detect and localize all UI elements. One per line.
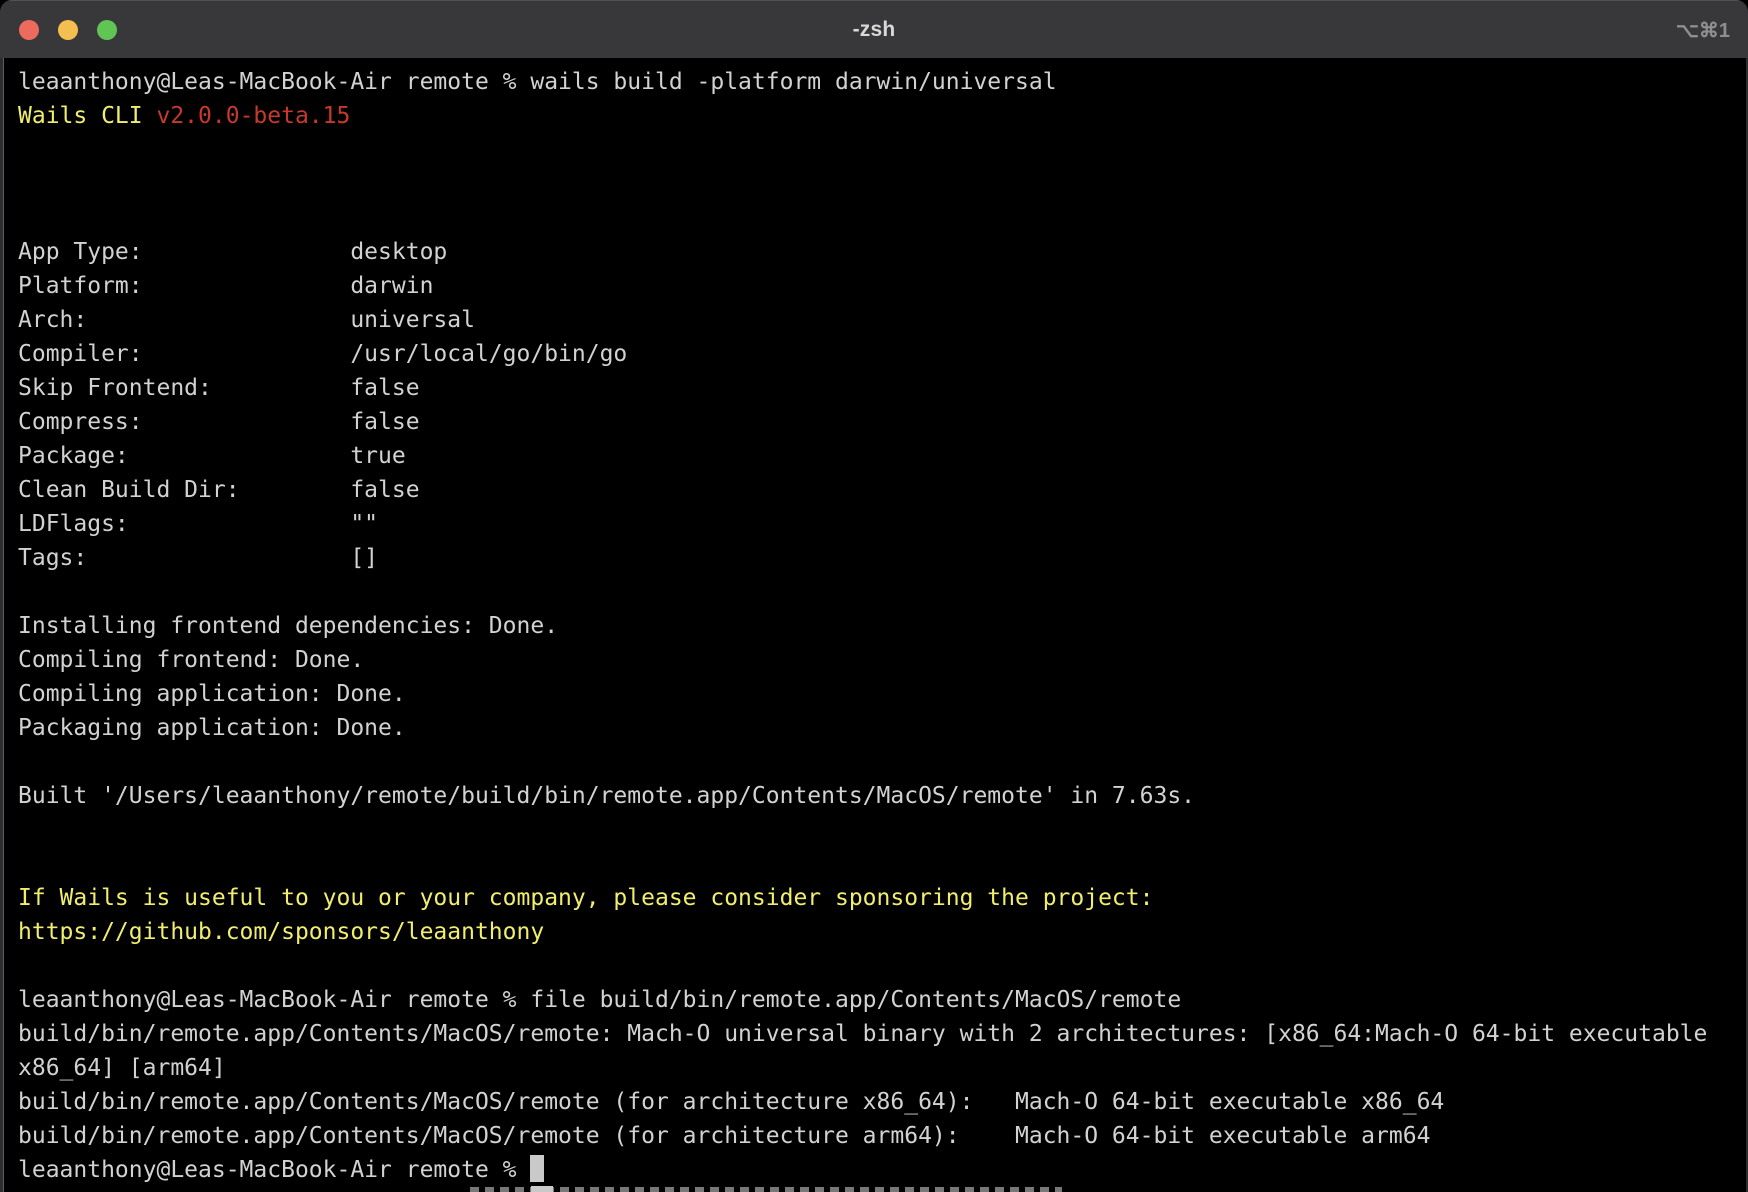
terminal-text-segment: Tags: []: [18, 545, 378, 571]
terminal-text-segment: Compiler: /usr/local/go/bin/go: [18, 341, 627, 367]
terminal-line: Clean Build Dir: false: [18, 473, 1746, 507]
terminal-text-segment: Skip Frontend: false: [18, 375, 420, 401]
clipped-partial-line: [0, 1186, 1748, 1192]
terminal-line: If Wails is useful to you or your compan…: [18, 881, 1746, 915]
terminal-window: -zsh ⌥⌘1 leaanthony@Leas-MacBook-Air rem…: [0, 0, 1748, 1192]
terminal-line: [18, 575, 1746, 609]
titlebar[interactable]: -zsh ⌥⌘1: [0, 0, 1748, 58]
terminal-line: Wails CLI v2.0.0-beta.15: [18, 99, 1746, 133]
terminal-line: x86_64] [arm64]: [18, 1051, 1746, 1085]
terminal-line: https://github.com/sponsors/leaanthony: [18, 915, 1746, 949]
terminal-text-segment: Compress: false: [18, 409, 420, 435]
terminal-line: Arch: universal: [18, 303, 1746, 337]
terminal-text-segment: Packaging application: Done.: [18, 715, 406, 741]
terminal-text-segment: leaanthony@Leas-MacBook-Air remote % wai…: [18, 69, 1057, 95]
terminal-line: [18, 847, 1746, 881]
terminal-text-segment: Compiling frontend: Done.: [18, 647, 364, 673]
terminal-line: build/bin/remote.app/Contents/MacOS/remo…: [18, 1085, 1746, 1119]
terminal-text-segment: v2.0.0-beta.15: [156, 103, 350, 129]
clipped-cursor-top: [531, 1186, 553, 1192]
terminal-line: [18, 201, 1746, 235]
terminal-line: build/bin/remote.app/Contents/MacOS/remo…: [18, 1017, 1746, 1051]
terminal-line: [18, 813, 1746, 847]
terminal-text-segment: Clean Build Dir: false: [18, 477, 420, 503]
terminal-line: Compress: false: [18, 405, 1746, 439]
terminal-line: leaanthony@Leas-MacBook-Air remote % fil…: [18, 983, 1746, 1017]
window-title: -zsh: [0, 18, 1748, 42]
terminal-line: [18, 949, 1746, 983]
terminal-text-segment: build/bin/remote.app/Contents/MacOS/remo…: [18, 1021, 1707, 1047]
sponsor-link[interactable]: https://github.com/sponsors/leaanthony: [18, 919, 544, 945]
terminal-text-segment: Installing frontend dependencies: Done.: [18, 613, 558, 639]
terminal-content[interactable]: leaanthony@Leas-MacBook-Air remote % wai…: [0, 58, 1748, 1192]
terminal-text-segment: Wails CLI: [18, 103, 156, 129]
terminal-text-segment: leaanthony@Leas-MacBook-Air remote % fil…: [18, 987, 1181, 1013]
terminal-line: [18, 133, 1746, 167]
terminal-line: [18, 745, 1746, 779]
text-cursor: [530, 1155, 544, 1182]
terminal-line: Compiling frontend: Done.: [18, 643, 1746, 677]
terminal-line: Package: true: [18, 439, 1746, 473]
terminal-line: Packaging application: Done.: [18, 711, 1746, 745]
terminal-line: Skip Frontend: false: [18, 371, 1746, 405]
terminal-line: [18, 167, 1746, 201]
terminal-line: Platform: darwin: [18, 269, 1746, 303]
terminal-text-segment: Platform: darwin: [18, 273, 433, 299]
terminal-line: Tags: []: [18, 541, 1746, 575]
terminal-text-segment: App Type: desktop: [18, 239, 447, 265]
terminal-text-segment: Compiling application: Done.: [18, 681, 406, 707]
terminal-text-segment: If Wails is useful to you or your compan…: [18, 885, 1153, 911]
terminal-text-segment: Built '/Users/leaanthony/remote/build/bi…: [18, 783, 1195, 809]
terminal-text-segment: Arch: universal: [18, 307, 475, 333]
terminal-line: Compiling application: Done.: [18, 677, 1746, 711]
terminal-line: leaanthony@Leas-MacBook-Air remote % wai…: [18, 65, 1746, 99]
window-shortcut-hint: ⌥⌘1: [1676, 1, 1730, 59]
clipped-text-tops: [470, 1187, 1062, 1192]
terminal-text-segment: leaanthony@Leas-MacBook-Air remote %: [18, 1157, 530, 1183]
terminal-text-segment: Package: true: [18, 443, 406, 469]
terminal-text-segment: build/bin/remote.app/Contents/MacOS/remo…: [18, 1089, 1444, 1115]
terminal-line: build/bin/remote.app/Contents/MacOS/remo…: [18, 1119, 1746, 1153]
terminal-line: Compiler: /usr/local/go/bin/go: [18, 337, 1746, 371]
terminal-line: App Type: desktop: [18, 235, 1746, 269]
terminal-line: Installing frontend dependencies: Done.: [18, 609, 1746, 643]
terminal-line: leaanthony@Leas-MacBook-Air remote %: [18, 1153, 1746, 1187]
terminal-text-segment: x86_64] [arm64]: [18, 1055, 226, 1081]
terminal-text-segment: build/bin/remote.app/Contents/MacOS/remo…: [18, 1123, 1430, 1149]
terminal-line: LDFlags: "": [18, 507, 1746, 541]
terminal-line: Built '/Users/leaanthony/remote/build/bi…: [18, 779, 1746, 813]
terminal-text-segment: LDFlags: "": [18, 511, 378, 537]
